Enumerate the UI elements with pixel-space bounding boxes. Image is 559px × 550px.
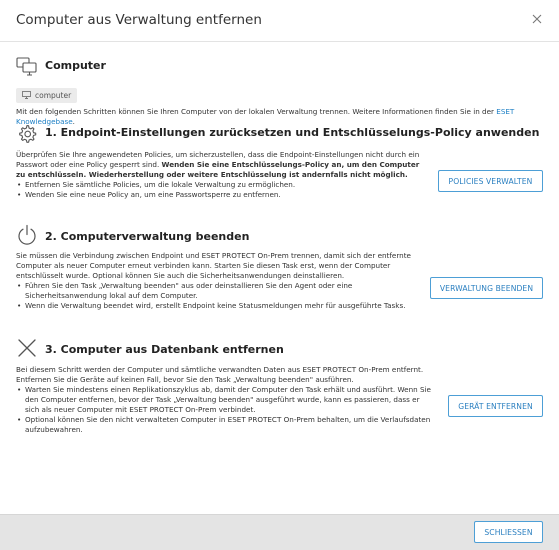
step3-section: 3. Computer aus Datenbank entfernen Bei … [16,338,546,435]
list-item: Wenden Sie eine neue Policy an, um eine … [16,190,426,200]
computer-icon [16,56,38,78]
close-icon[interactable] [529,11,545,27]
computer-section: Computer computer Mit den folgenden Schr… [16,56,546,127]
gear-icon [16,123,38,145]
step1-bullets: Entfernen Sie sämtliche Policies, um die… [16,180,426,200]
power-icon [16,224,38,246]
computer-chip[interactable]: computer [16,87,78,103]
dialog-title: Computer aus Verwaltung entfernen [16,12,262,28]
step2-heading: 2. Computerverwaltung beenden [45,230,250,243]
close-x-icon [16,338,38,360]
step1-heading: 1. Endpoint-Einstellungen zurücksetzen u… [45,126,540,139]
computer-heading-row: Computer [16,56,546,78]
list-item: Führen Sie den Task „Verwaltung beenden"… [16,281,426,301]
policies-verwalten-button[interactable]: POLICIES VERWALTEN [438,170,543,192]
computer-heading: Computer [45,59,106,72]
geraet-entfernen-button[interactable]: GERÄT ENTFERNEN [448,395,543,417]
list-item: Wenn die Verwaltung beendet wird, erstel… [16,301,426,311]
monitor-icon [22,91,31,99]
step2-section: 2. Computerverwaltung beenden Sie müssen… [16,224,546,311]
schliessen-button[interactable]: SCHLIESSEN [474,521,543,543]
step2-description: Sie müssen die Verbindung zwischen Endpo… [16,251,411,280]
step2-bullets: Führen Sie den Task „Verwaltung beenden"… [16,281,426,311]
step1-section: 1. Endpoint-Einstellungen zurücksetzen u… [16,123,546,200]
list-item: Entfernen Sie sämtliche Policies, um die… [16,180,426,190]
verwaltung-beenden-button[interactable]: VERWALTUNG BEENDEN [430,277,543,299]
list-item: Optional können Sie den nicht verwaltete… [16,415,431,435]
step1-description: Überprüfen Sie Ihre angewendeten Policie… [16,150,420,179]
step3-description: Bei diesem Schritt werden der Computer u… [16,365,424,384]
list-item: Warten Sie mindestens einen Replikations… [16,385,431,415]
computer-chip-label: computer [35,90,72,100]
dialog-header: Computer aus Verwaltung entfernen [0,0,559,42]
dialog-footer: SCHLIESSEN [0,514,559,550]
step3-heading: 3. Computer aus Datenbank entfernen [45,343,284,356]
step3-bullets: Warten Sie mindestens einen Replikations… [16,385,431,435]
